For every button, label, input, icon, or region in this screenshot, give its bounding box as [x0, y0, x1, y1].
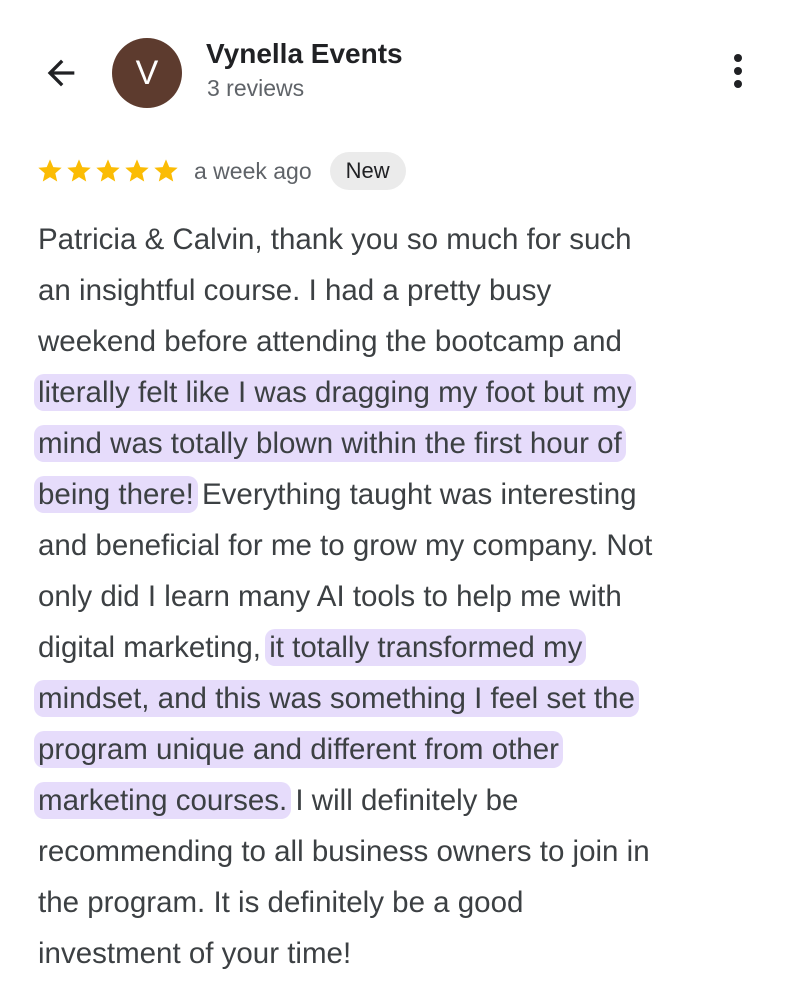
star-rating: [36, 157, 180, 185]
review-text-segment: weekend before attending the bootcamp an…: [38, 325, 622, 358]
new-badge: New: [329, 152, 406, 190]
review-text-segment: I will definitely be: [287, 784, 519, 817]
review-line: being there! Everything taught was inter…: [34, 469, 778, 520]
review-text-segment: and beneficial for me to grow my company…: [38, 529, 653, 562]
arrow-left-icon: [47, 59, 75, 87]
review-text-segment: Everything taught was interesting: [193, 478, 637, 511]
review-line: and beneficial for me to grow my company…: [38, 520, 778, 571]
review-count: 3 reviews: [207, 75, 305, 101]
review-line: weekend before attending the bootcamp an…: [38, 316, 778, 367]
review-line: the program. It is definitely be a good: [38, 877, 778, 928]
star-icon: [38, 159, 62, 182]
highlighted-text: literally felt like I was dragging my fo…: [34, 374, 636, 411]
avatar[interactable]: V: [112, 38, 182, 108]
star-icon: [96, 159, 120, 182]
highlighted-text: mindset, and this was something I feel s…: [34, 680, 639, 717]
avatar-letter: V: [135, 53, 159, 92]
review-meta: a week ago New: [36, 148, 406, 194]
highlighted-text: mind was totally blown within the first …: [34, 425, 626, 462]
review-time: a week ago: [194, 157, 312, 184]
review-text-segment: recommending to all business owners to j…: [38, 835, 650, 868]
review-line: an insightful course. I had a pretty bus…: [38, 265, 778, 316]
review-line: marketing courses. I will definitely be: [34, 775, 778, 826]
review-text-segment: only did I learn many AI tools to help m…: [38, 580, 622, 613]
review-line: investment of your time!: [38, 928, 778, 979]
star-icon: [125, 159, 149, 182]
star-icon: [67, 159, 91, 182]
review-text-segment: the program. It is definitely be a good: [38, 886, 524, 919]
highlighted-text: program unique and different from other: [34, 731, 563, 768]
star-icon: [154, 159, 178, 182]
back-button[interactable]: [38, 50, 84, 96]
review-text-segment: Patricia & Calvin, thank you so much for…: [38, 223, 632, 256]
review-line: recommending to all business owners to j…: [38, 826, 778, 877]
review-line: program unique and different from other: [34, 724, 778, 775]
review-header: V Vynella Events 3 reviews: [0, 0, 800, 130]
review-line: mind was totally blown within the first …: [34, 418, 778, 469]
more-options-button[interactable]: [716, 48, 760, 94]
highlighted-text: it totally transformed my: [265, 629, 587, 666]
reviewer-name[interactable]: Vynella Events: [206, 38, 403, 70]
review-text-segment: investment of your time!: [38, 937, 352, 970]
highlighted-text: being there!: [34, 476, 198, 513]
highlighted-text: marketing courses.: [34, 782, 292, 819]
review-text: Patricia & Calvin, thank you so much for…: [34, 214, 778, 979]
review-line: digital marketing, it totally transforme…: [38, 622, 778, 673]
review-line: Patricia & Calvin, thank you so much for…: [38, 214, 778, 265]
review-text-segment: digital marketing,: [38, 631, 270, 664]
review-line: literally felt like I was dragging my fo…: [34, 367, 778, 418]
review-line: mindset, and this was something I feel s…: [34, 673, 778, 724]
review-text-segment: an insightful course. I had a pretty bus…: [38, 274, 552, 307]
more-vertical-icon: [734, 54, 742, 88]
review-line: only did I learn many AI tools to help m…: [38, 571, 778, 622]
